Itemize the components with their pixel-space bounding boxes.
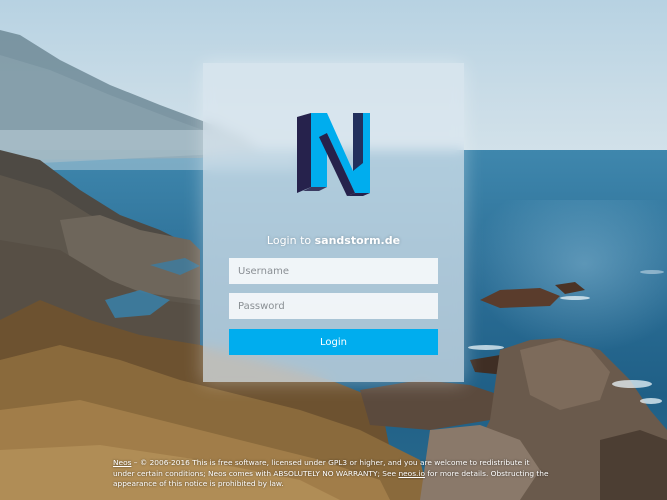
foam-5 (640, 270, 664, 274)
username-input[interactable] (229, 258, 438, 284)
login-card: Login to sandstorm.de Login (203, 63, 464, 382)
neos-logo-icon (297, 113, 370, 196)
site-name: sandstorm.de (314, 234, 401, 247)
foam-1 (612, 380, 652, 388)
login-button[interactable]: Login (229, 329, 438, 355)
password-input[interactable] (229, 293, 438, 319)
footer-notice: Neos – © 2006-2016 This is free software… (113, 458, 553, 490)
login-title: Login to sandstorm.de (203, 234, 464, 247)
foam-4 (560, 296, 590, 300)
foam-2 (640, 398, 662, 404)
neos-link[interactable]: Neos (113, 458, 131, 467)
neos-io-link[interactable]: neos.io (398, 469, 425, 478)
foam-3 (468, 345, 504, 350)
login-title-prefix: Login to (266, 234, 315, 247)
